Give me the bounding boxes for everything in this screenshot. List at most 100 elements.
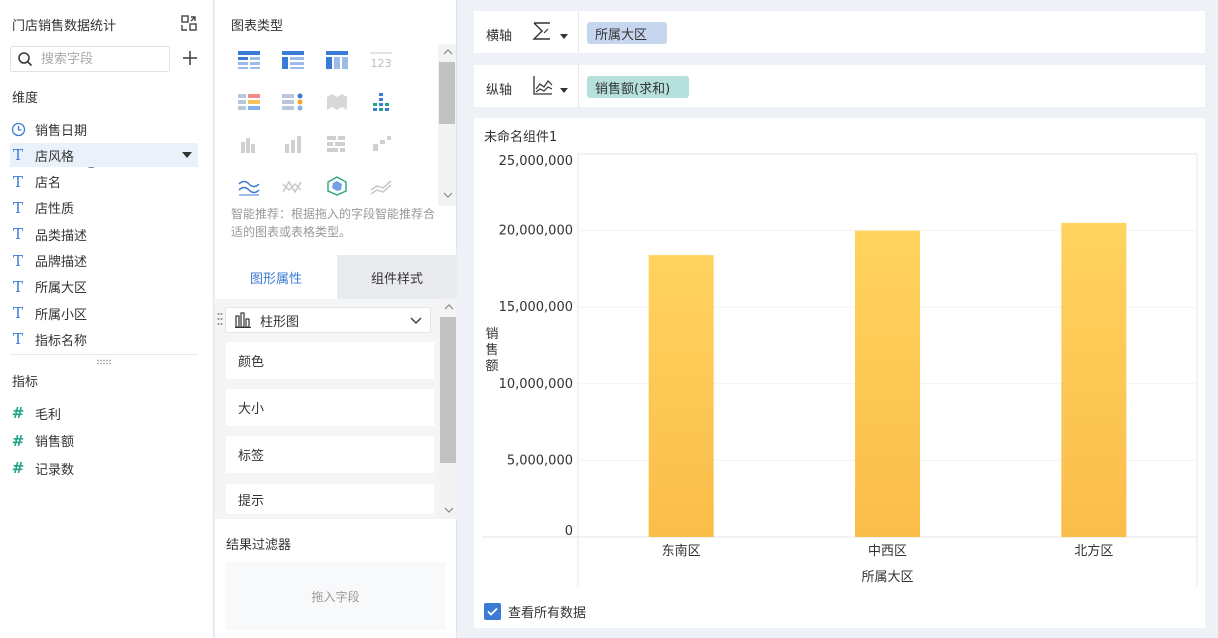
scroll-up-icon[interactable] xyxy=(441,300,457,314)
x-axis-label: 横轴 xyxy=(486,29,513,44)
field-item[interactable]: T 所属大区 xyxy=(10,275,198,299)
label-property[interactable]: 标签 xyxy=(226,436,434,473)
field-label: 品牌描述 xyxy=(35,255,88,270)
field-label: 指标名称 xyxy=(35,333,88,349)
tab-component-style[interactable]: 组件样式 xyxy=(337,255,457,299)
grouped-table-icon[interactable] xyxy=(271,42,315,78)
bar[interactable] xyxy=(648,255,714,537)
field-item[interactable]: # 毛利 xyxy=(10,401,198,425)
field-label: 所属大区 xyxy=(35,281,88,297)
chart-type-grid: 123 xyxy=(227,40,437,200)
tooltip-property[interactable]: 提示 xyxy=(226,484,434,514)
search-field-box[interactable] xyxy=(10,46,170,72)
chart-types-heading: 图表类型 xyxy=(231,19,284,34)
kpi-number-icon[interactable]: 123 xyxy=(359,42,403,78)
panel-splitter-handle[interactable] xyxy=(96,359,112,365)
field-item[interactable]: T 店风格 xyxy=(10,143,198,168)
y-axis-title: 销售额 xyxy=(485,327,498,374)
bar[interactable] xyxy=(1061,222,1127,537)
field-menu-caret-icon[interactable] xyxy=(182,152,192,159)
bar[interactable] xyxy=(855,230,920,537)
field-label: 所属小区 xyxy=(35,307,88,323)
field-item[interactable]: T 品类描述 xyxy=(10,222,198,246)
x-tick-label: 东南区 xyxy=(662,543,701,559)
field-item[interactable]: 销售日期 xyxy=(10,117,198,141)
field-item[interactable]: # 记录数 xyxy=(10,456,198,480)
view-all-data-checkbox[interactable]: 查看所有数据 xyxy=(484,602,586,621)
polyline-chart-icon[interactable] xyxy=(271,168,315,204)
bar-chart-icon[interactable] xyxy=(271,126,315,162)
text-field-icon: T xyxy=(12,330,23,349)
table-icon[interactable] xyxy=(227,42,271,78)
grouped-bar-icon[interactable] xyxy=(227,126,271,162)
x-axis-field-pill[interactable]: 所属大区 xyxy=(587,22,667,44)
y-axis-type-button[interactable] xyxy=(532,75,570,97)
bar-chart-icon xyxy=(235,312,251,328)
kpi-card-icon[interactable] xyxy=(271,84,315,120)
number-field-icon: # xyxy=(11,459,25,477)
chart-type-label: 柱形图 xyxy=(260,314,300,330)
properties-scroll-thumb[interactable] xyxy=(440,317,456,463)
number-field-icon: # xyxy=(11,431,25,450)
filter-drop-zone[interactable]: 拖入字段 xyxy=(226,562,445,630)
field-label: 品类描述 xyxy=(35,228,88,244)
area-chart-icon[interactable] xyxy=(359,168,403,204)
clock-icon xyxy=(10,121,26,137)
scroll-down-icon[interactable] xyxy=(441,503,457,517)
chart-config-panel: 图表类型 123 智能推荐：根据拖入的字段智能推荐合适的图表或表格类型。 图形属… xyxy=(215,0,457,638)
svg-text:123: 123 xyxy=(371,57,392,70)
switch-dataset-icon[interactable] xyxy=(180,14,198,32)
y-axis-shelf: 纵轴 销售额(求和) xyxy=(474,65,1205,107)
x-axis-title: 所属大区 xyxy=(861,570,913,585)
field-item[interactable]: T 店性质 xyxy=(10,196,198,220)
field-label: 店名 xyxy=(35,176,62,192)
dataset-title: 门店销售数据统计 xyxy=(12,19,117,34)
y-axis-type-icon xyxy=(533,76,568,95)
dimensions-heading: 维度 xyxy=(12,91,39,106)
search-icon xyxy=(18,52,33,67)
field-label: 店风格 xyxy=(35,149,75,165)
chart-type-select[interactable]: 柱形图 xyxy=(225,307,431,333)
y-axis-field-pill[interactable]: 销售额(求和) xyxy=(587,76,689,98)
cross-table-icon[interactable] xyxy=(315,42,359,78)
add-field-button[interactable] xyxy=(180,48,200,68)
checkbox-checked-icon xyxy=(484,603,501,620)
shelf-separator xyxy=(578,11,579,53)
property-tabs: 图形属性 组件样式 xyxy=(215,255,457,299)
dot-distribution-icon[interactable] xyxy=(359,84,403,120)
field-label: 销售额 xyxy=(35,435,75,450)
waterfall-icon[interactable] xyxy=(359,126,403,162)
x-tick-label: 北方区 xyxy=(1074,543,1113,559)
search-input[interactable] xyxy=(41,50,165,68)
field-item[interactable]: # 销售额 xyxy=(10,429,198,453)
size-property[interactable]: 大小 xyxy=(226,389,434,426)
text-field-icon: T xyxy=(12,277,23,296)
graph-properties-pane: 柱形图 颜色 大小 标签 提示 xyxy=(215,299,457,519)
color-property[interactable]: 颜色 xyxy=(226,342,434,379)
field-item[interactable]: T 品牌描述 xyxy=(10,249,198,273)
scroll-up-icon[interactable] xyxy=(440,45,456,59)
x-axis-type-button[interactable] xyxy=(532,21,570,43)
y-axis-label: 纵轴 xyxy=(486,83,513,98)
field-item[interactable]: T 指标名称 xyxy=(10,327,198,351)
map-chart-icon[interactable] xyxy=(315,84,359,120)
text-field-icon: T xyxy=(12,198,23,217)
y-tick-label: 25,000,000 xyxy=(499,154,573,169)
stacked-bar-icon[interactable] xyxy=(315,126,359,162)
x-tick-label: 中西区 xyxy=(868,544,907,559)
radar-chart-icon[interactable] xyxy=(315,168,359,204)
field-item[interactable]: T 店名 xyxy=(10,170,198,194)
text-field-icon: T xyxy=(12,172,23,191)
measures-heading: 指标 xyxy=(12,375,39,390)
scroll-down-icon[interactable] xyxy=(440,188,456,202)
color-table-icon[interactable] xyxy=(227,84,271,120)
text-field-icon: T xyxy=(12,225,23,244)
line-chart-icon[interactable] xyxy=(227,168,271,204)
field-label: 销售日期 xyxy=(35,123,88,139)
data-panel: 门店销售数据统计 维度 指标 销售日期T店风格T店名T店 xyxy=(0,0,214,638)
tab-graph-properties[interactable]: 图形属性 xyxy=(215,255,337,299)
chart-types-scroll-thumb[interactable] xyxy=(439,62,455,124)
drag-handle-icon[interactable] xyxy=(217,312,223,326)
text-field-icon: T xyxy=(12,251,23,270)
field-item[interactable]: T 所属小区 xyxy=(10,301,198,325)
